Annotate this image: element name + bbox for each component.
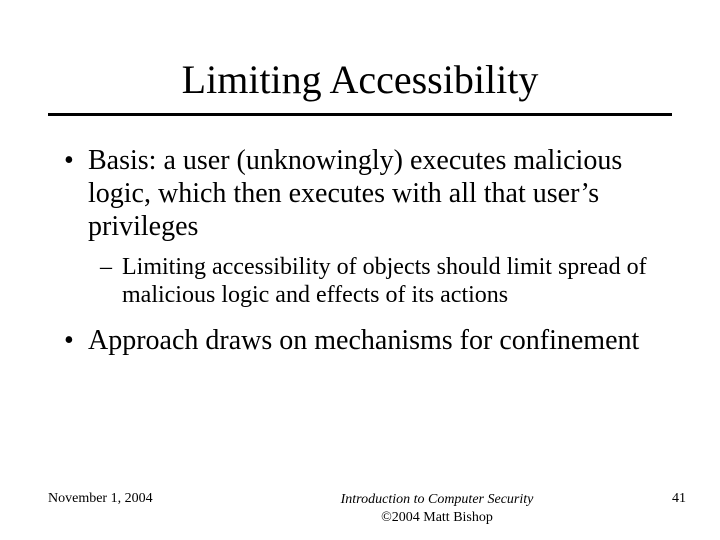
page-number: 41 <box>626 491 686 507</box>
slide-title: Limiting Accessibility <box>182 56 539 103</box>
bullet-text: Approach draws on mechanisms for confine… <box>88 324 660 357</box>
footer-center: Introduction to Computer Security ©2004 … <box>248 491 626 526</box>
bullet-item: • Approach draws on mechanisms for confi… <box>60 324 660 357</box>
title-area: Limiting Accessibility <box>0 0 720 103</box>
slide-body: • Basis: a user (unknowingly) executes m… <box>0 116 720 357</box>
bullet-text: Basis: a user (unknowingly) executes mal… <box>88 144 660 243</box>
sub-bullet-item: – Limiting accessibility of objects shou… <box>60 253 660 310</box>
bullet-dot-icon: • <box>60 144 88 177</box>
footer-copyright: ©2004 Matt Bishop <box>248 509 626 527</box>
bullet-dash-icon: – <box>100 253 122 281</box>
sub-bullet-text: Limiting accessibility of objects should… <box>122 253 660 310</box>
bullet-dot-icon: • <box>60 324 88 357</box>
slide: Limiting Accessibility • Basis: a user (… <box>0 0 720 540</box>
bullet-item: • Basis: a user (unknowingly) executes m… <box>60 144 660 243</box>
footer: November 1, 2004 Introduction to Compute… <box>0 491 720 526</box>
footer-date: November 1, 2004 <box>48 491 248 507</box>
footer-title: Introduction to Computer Security <box>341 492 534 507</box>
